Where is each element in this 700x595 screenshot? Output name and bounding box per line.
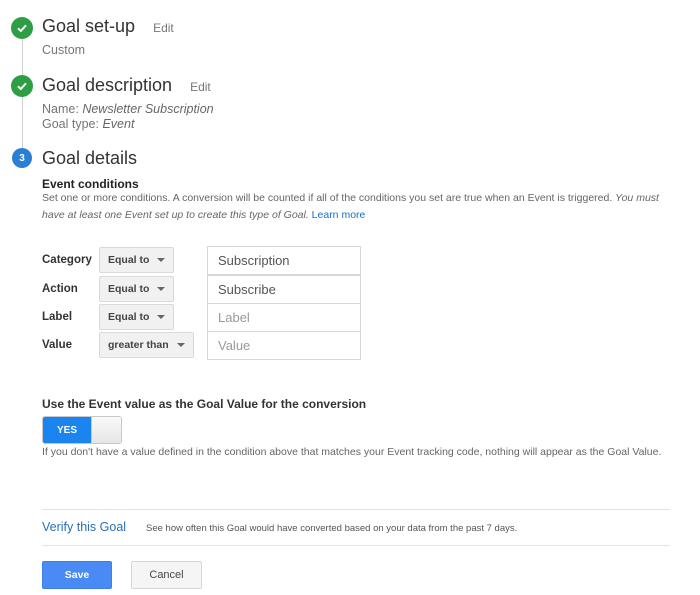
caret-down-icon xyxy=(176,343,185,347)
caret-down-icon xyxy=(157,315,166,319)
toggle-knob[interactable] xyxy=(91,417,121,443)
value-value-input[interactable] xyxy=(207,331,361,360)
check-icon xyxy=(17,24,27,33)
check-icon xyxy=(17,82,27,91)
condition-label-label: Label xyxy=(42,311,73,323)
step-1-title: Goal set-up Edit xyxy=(42,16,174,36)
goal-value-hint: If you don't have a value defined in the… xyxy=(42,446,662,458)
value-operator-dropdown[interactable]: greater than xyxy=(99,332,194,358)
step-2-title: Goal description Edit xyxy=(42,75,211,95)
caret-down-icon xyxy=(157,287,166,291)
caret-down-icon xyxy=(157,258,166,262)
step-1-summary: Custom xyxy=(42,43,86,57)
category-value-input[interactable] xyxy=(207,246,361,275)
step-2-edit-link[interactable]: Edit xyxy=(190,80,211,94)
label-value-input[interactable] xyxy=(207,303,361,332)
divider xyxy=(42,509,670,510)
step-2-complete-icon xyxy=(11,75,33,97)
step-1-edit-link[interactable]: Edit xyxy=(153,21,174,35)
label-operator-dropdown[interactable]: Equal to xyxy=(99,304,175,330)
step-3-title: Goal details xyxy=(42,148,138,168)
verify-goal-link[interactable]: Verify this Goal xyxy=(42,520,126,534)
save-button[interactable]: Save xyxy=(42,561,112,589)
step-3-number-icon: 3 xyxy=(12,148,32,168)
condition-label-category: Category xyxy=(42,254,92,266)
event-conditions-description: Set one or more conditions. A conversion… xyxy=(42,192,659,221)
action-operator-dropdown[interactable]: Equal to xyxy=(99,276,175,302)
goal-value-toggle[interactable]: YES xyxy=(42,416,122,444)
goal-type: Goal type: Event xyxy=(42,117,135,131)
learn-more-link[interactable]: Learn more xyxy=(312,209,366,221)
cancel-button[interactable]: Cancel xyxy=(131,561,202,589)
step-1-complete-icon xyxy=(11,17,33,39)
condition-label-value: Value xyxy=(42,339,73,351)
action-value-input[interactable] xyxy=(207,275,361,304)
step-2-summary: Name: Newsletter Subscription Goal type:… xyxy=(42,102,214,132)
goal-value-heading: Use the Event value as the Goal Value fo… xyxy=(42,397,367,411)
goal-name: Name: Newsletter Subscription xyxy=(42,102,214,116)
divider xyxy=(42,545,670,546)
condition-label-action: Action xyxy=(42,283,78,295)
category-operator-dropdown[interactable]: Equal to xyxy=(99,247,175,273)
event-conditions-heading: Event conditions xyxy=(42,177,139,191)
toggle-on-label: YES xyxy=(43,417,91,443)
verify-goal-description: See how often this Goal would have conve… xyxy=(146,523,518,534)
